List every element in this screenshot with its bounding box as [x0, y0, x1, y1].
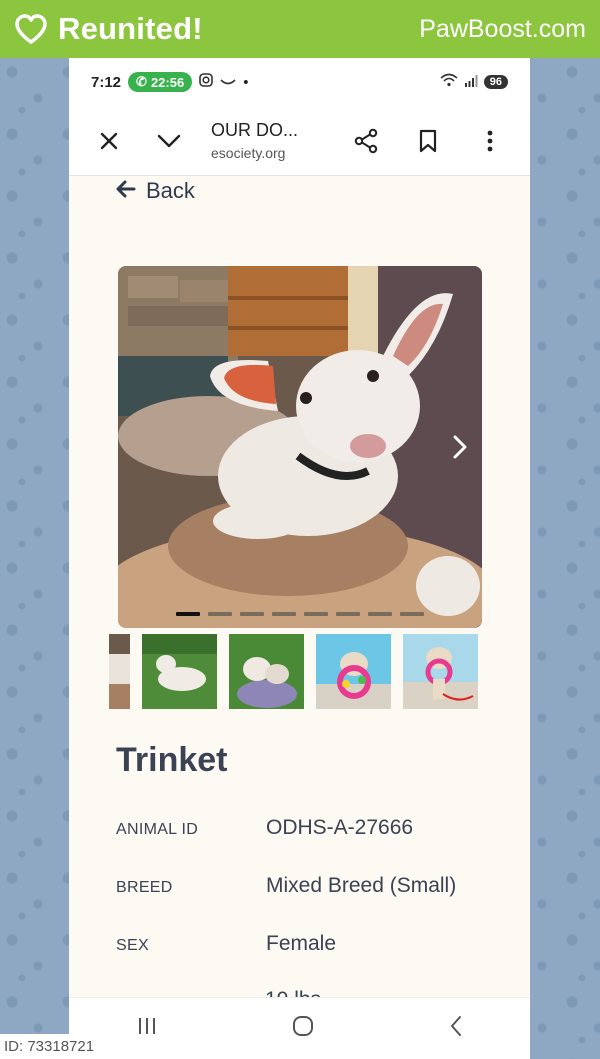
- thumbnail-2[interactable]: [142, 634, 217, 709]
- phone-icon: ✆: [136, 74, 147, 89]
- status-time: 7:12: [91, 73, 122, 91]
- more-options-icon[interactable]: [468, 119, 512, 163]
- more-notifications-dot: •: [243, 73, 249, 91]
- reunited-banner: Reunited! PawBoost.com: [0, 0, 600, 58]
- detail-value: Mixed Breed (Small): [266, 874, 457, 897]
- carousel-dot[interactable]: [304, 612, 328, 616]
- carousel-dot[interactable]: [336, 612, 360, 616]
- detail-label: BREED: [116, 879, 173, 896]
- thumbnail-5[interactable]: [403, 634, 478, 709]
- carousel-next-arrow[interactable]: [452, 434, 468, 465]
- status-bar: 7:12 ✆ 22:56 • 96: [69, 58, 530, 106]
- home-icon[interactable]: [291, 1014, 315, 1043]
- carousel-dot[interactable]: [176, 612, 200, 616]
- back-link[interactable]: Back: [116, 178, 195, 204]
- pet-photo-carousel[interactable]: [118, 266, 482, 628]
- detail-row: SEX Female: [116, 932, 496, 990]
- pet-name: Trinket: [116, 741, 228, 779]
- heart-icon: [14, 14, 48, 44]
- detail-label: SEX: [116, 937, 149, 954]
- call-time: 22:56: [150, 74, 185, 90]
- call-indicator[interactable]: ✆ 22:56: [128, 72, 193, 92]
- detail-value: ODHS-A-27666: [266, 816, 414, 839]
- thumbnail-4[interactable]: [316, 634, 391, 709]
- listing-id-watermark: ID: 73318721: [0, 1034, 101, 1059]
- banner-title: Reunited!: [58, 11, 203, 46]
- notification-icon: [220, 74, 236, 91]
- arrow-left-icon: [116, 178, 136, 204]
- android-nav-bar: [69, 997, 530, 1059]
- carousel-dot[interactable]: [240, 612, 264, 616]
- back-nav-icon[interactable]: [448, 1014, 464, 1043]
- thumbnail-3[interactable]: [229, 634, 304, 709]
- detail-row: BREED Mixed Breed (Small): [116, 874, 496, 932]
- detail-label: ANIMAL ID: [116, 821, 199, 838]
- brand-name: PawBoost.com: [419, 14, 586, 43]
- browser-title-area[interactable]: OUR DO... esociety.org: [191, 120, 344, 161]
- dog-photo: [118, 266, 482, 628]
- battery-indicator: 96: [483, 75, 508, 89]
- share-icon[interactable]: [344, 119, 388, 163]
- carousel-dot[interactable]: [208, 612, 232, 616]
- detail-value: Female: [266, 932, 337, 955]
- carousel-dot[interactable]: [272, 612, 296, 616]
- detail-row: ANIMAL ID ODHS-A-27666: [116, 816, 496, 874]
- pet-details: ANIMAL ID ODHS-A-27666 BREED Mixed Breed…: [116, 816, 496, 990]
- back-label: Back: [146, 178, 195, 203]
- recent-apps-icon[interactable]: [136, 1016, 158, 1041]
- page-url: esociety.org: [211, 145, 286, 161]
- instagram-icon: [199, 73, 213, 91]
- phone-screen: 7:12 ✆ 22:56 • 96 OUR DO... esociety.org…: [69, 58, 530, 1059]
- photo-thumbnails: [109, 634, 478, 709]
- wifi-icon: [440, 73, 458, 91]
- bookmark-icon[interactable]: [406, 119, 450, 163]
- carousel-dot[interactable]: [368, 612, 392, 616]
- page-title-truncated: OUR DO...: [211, 120, 299, 140]
- carousel-indicators: [176, 612, 424, 616]
- thumbnail-1[interactable]: [109, 634, 130, 709]
- close-icon[interactable]: [87, 119, 131, 163]
- signal-icon: [464, 74, 478, 91]
- browser-toolbar: OUR DO... esociety.org: [69, 106, 530, 176]
- carousel-dot[interactable]: [400, 612, 424, 616]
- chevron-down-icon[interactable]: [147, 119, 191, 163]
